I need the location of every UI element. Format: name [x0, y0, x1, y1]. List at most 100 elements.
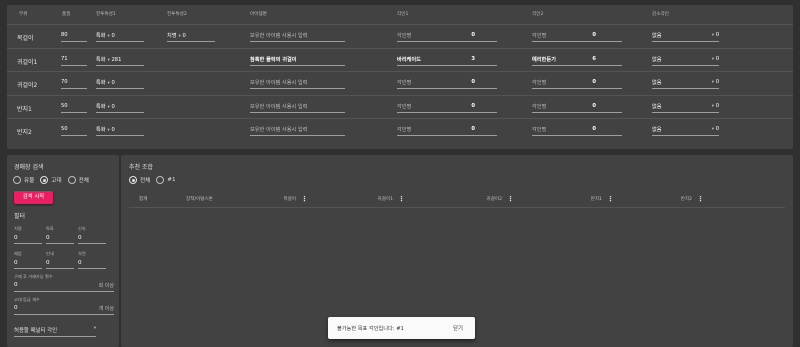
slot-label: 반지2 [17, 129, 32, 136]
radio-relic[interactable]: 유물 [13, 176, 34, 184]
bracelet1-select[interactable]: 특화 ▾ 0 [96, 103, 144, 113]
header-divider [129, 207, 785, 208]
column-menu-icon[interactable]: ⋮ [607, 195, 614, 203]
caret-down-icon: ▾ [711, 103, 715, 109]
reduce-engrave-select[interactable]: 없음 ▾ 0 [652, 103, 719, 113]
engrave1-field[interactable]: 각인명 0 [397, 79, 497, 89]
header-item-name: 아이템명 [250, 12, 267, 17]
quality-input[interactable]: 71 [61, 56, 87, 66]
header-slot: 부위 [19, 12, 28, 17]
col-header-earring2[interactable]: 귀걸이2 ⋮ [461, 194, 514, 204]
quality-input[interactable]: 70 [61, 79, 87, 89]
slot-label: 반지1 [17, 105, 32, 113]
caret-down-icon: ▾ [107, 128, 110, 133]
reduce-engrave-select[interactable]: 없음 ▾ 0 [652, 32, 719, 42]
caret-down-icon: ▾ [107, 57, 110, 63]
accessory-table: 부위 품질 전투특성1 전투특성2 아이템명 각인1 각인2 감소각인 목걸이 8… [7, 5, 793, 149]
quality-input[interactable]: 50 [61, 126, 87, 136]
grade-count-field[interactable]: 0개 이상 [14, 305, 114, 315]
engrave2-field[interactable]: 각인명 0 [532, 103, 622, 113]
caret-down-icon: ▾ [711, 80, 715, 85]
reduce-engrave-select[interactable]: 없음 ▾ 0 [652, 56, 719, 66]
item-name-input[interactable]: 보유한 아이템 사용시 입력 [250, 79, 345, 89]
header-engrave2: 각인2 [532, 12, 544, 17]
snackbar-close-button[interactable]: 닫기 [453, 324, 463, 332]
engrave2-field[interactable]: 각인명 0 [532, 126, 622, 136]
auction-search-panel: 경매장 검색 유물 고대 전체 검색 시작 필터 치명 0 특화 0 신속 0 제압 0… [7, 155, 119, 347]
stat-expertise[interactable]: 숙련 0 [78, 251, 106, 269]
bracelet1-select[interactable]: 특화 ▾ 0 [96, 32, 144, 42]
app-root: 부위 품질 전투특성1 전투특성2 아이템명 각인1 각인2 감소각인 목걸이 8… [0, 0, 800, 347]
header-engrave1: 각인1 [397, 12, 409, 17]
slot-label: 귀걸이1 [17, 58, 38, 66]
auction-search-title: 경매장 검색 [14, 164, 44, 171]
caret-down-icon: ▾ [93, 326, 96, 331]
stat-domination[interactable]: 제압 0 [14, 251, 42, 269]
recommend-radio-group: 전체 #1 [129, 176, 182, 184]
penalty-engrave-select[interactable]: 허용할 페널티 각인 ▾ [14, 326, 96, 337]
header-bracelet1: 전투특성1 [96, 12, 116, 17]
stat-spec[interactable]: 특화 0 [46, 226, 74, 244]
column-menu-icon[interactable]: ⋮ [507, 195, 514, 203]
engrave2-field[interactable]: 각인명 0 [532, 32, 622, 42]
engrave2-field[interactable]: 각인명 0 [532, 79, 622, 89]
radio-all[interactable]: 전체 [67, 176, 89, 184]
item-name-input[interactable]: 보유한 아이템 사용시 입력 [250, 103, 345, 113]
search-start-button[interactable]: 검색 시작 [14, 191, 53, 204]
radio-circle-icon[interactable] [13, 176, 21, 184]
bracelet1-select[interactable]: 특화 ▾ 0 [96, 126, 144, 136]
table-row: 귀걸이2 70 특화 ▾ 0 보유한 아이템 사용시 입력 각인명 0 각인명 0 없음 ▾ 0 [7, 71, 793, 94]
col-header-ring1[interactable]: 반지1 ⋮ [571, 194, 614, 204]
engrave2-field[interactable]: 예리한둔기 6 [532, 56, 622, 66]
bracelet1-select[interactable]: 특화 ▾ 281 [96, 56, 144, 66]
col-header-ring2[interactable]: 반지2 ⋮ [661, 194, 704, 204]
reduce-engrave-select[interactable]: 없음 ▾ 0 [652, 126, 719, 136]
recommend-title: 추천 조합 [129, 164, 153, 171]
bracelet1-select[interactable]: 특화 ▾ 0 [96, 79, 144, 89]
radio-circle-icon[interactable] [67, 176, 76, 184]
snackbar: 불가능한 목표 각인입니다: #1 닫기 [328, 317, 475, 339]
table-row: 귀걸이1 71 특화 ▾ 281 참혹한 몰락의 귀걸이 바리케이드 3 예리한둔기 6 없음 ▾ … [7, 47, 793, 71]
reduce-engrave-select[interactable]: 없음 ▾ 0 [652, 79, 719, 89]
caret-down-icon: ▾ [711, 127, 715, 132]
item-name-input[interactable]: 참혹한 몰락의 귀걸이 [250, 56, 345, 66]
column-menu-icon[interactable]: ⋮ [398, 195, 405, 203]
engrave1-field[interactable]: 바리케이드 3 [397, 56, 497, 66]
caret-down-icon: ▾ [711, 33, 715, 38]
engrave1-field[interactable]: 각인명 0 [397, 103, 497, 113]
quality-input[interactable]: 80 [61, 32, 87, 42]
slot-label: 목걸이 [17, 35, 34, 42]
table-row: 반지1 50 특화 ▾ 0 보유한 아이템 사용시 입력 각인명 0 각인명 0 없음 ▾ 0 [7, 94, 793, 118]
quality-input[interactable]: 50 [61, 103, 87, 113]
engrave1-field[interactable]: 각인명 0 [397, 32, 497, 42]
caret-down-icon: ▾ [711, 56, 715, 62]
radio-recommend-all[interactable]: 전체 [129, 176, 150, 184]
stat-endurance[interactable]: 인내 0 [46, 251, 74, 269]
radio-recommend-1[interactable]: #1 [156, 176, 176, 184]
radio-ancient[interactable]: 고대 [40, 176, 62, 184]
column-menu-icon[interactable]: ⋮ [697, 195, 704, 203]
col-header-total: 합계 [139, 197, 148, 202]
caret-down-icon: ▾ [107, 81, 110, 86]
stat-crit[interactable]: 치명 0 [14, 226, 42, 244]
col-header-necklace[interactable]: 목걸이 ⋮ [271, 194, 308, 204]
stat-swift[interactable]: 신속 0 [78, 226, 106, 244]
snackbar-message: 불가능한 목표 각인입니다: #1 [337, 325, 404, 332]
col-header-earring1[interactable]: 귀걸이1 ⋮ [353, 194, 405, 204]
caret-down-icon: ▾ [107, 34, 110, 39]
bracelet2-select[interactable]: 치명 ▾ 0 [167, 32, 215, 42]
caret-down-icon: ▾ [178, 34, 181, 39]
radio-circle-checked-icon[interactable] [129, 176, 137, 184]
radio-circle-icon[interactable] [156, 176, 165, 184]
item-name-input[interactable]: 보유한 아이템 사용시 입력 [250, 126, 345, 136]
table-row: 목걸이 80 특화 ▾ 0 치명 ▾ 0 보유한 아이템 사용시 입력 각인명 0 각인명 0 없음 ▾… [7, 24, 793, 47]
buy-count-label: 구매 후 거래가능 횟수 [14, 274, 53, 279]
filter-title: 필터 [14, 213, 26, 220]
radio-circle-checked-icon[interactable] [40, 176, 49, 184]
buy-count-field[interactable]: 0회 이상 [14, 282, 114, 292]
table-row: 반지2 50 특화 ▾ 0 보유한 아이템 사용시 입력 각인명 0 각인명 0 없음 ▾ 0 [7, 118, 793, 141]
column-menu-icon[interactable]: ⋮ [301, 195, 308, 203]
engrave1-field[interactable]: 각인명 0 [397, 126, 497, 136]
item-name-input[interactable]: 보유한 아이템 사용시 입력 [250, 32, 345, 42]
header-reduce: 감소각인 [652, 12, 669, 17]
